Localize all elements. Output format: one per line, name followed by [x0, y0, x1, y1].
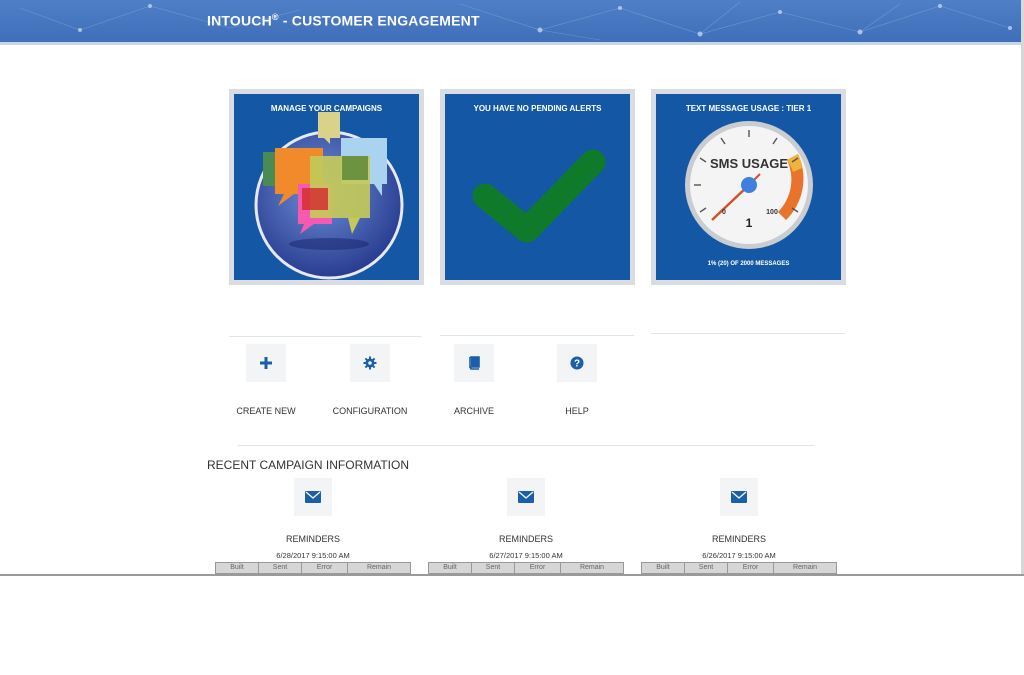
header-divider: [0, 42, 1024, 45]
gauge-label: SMS USAGE: [710, 156, 788, 171]
column-header: Sent: [259, 563, 302, 573]
campaign-date: 6/26/2017 9:15:00 AM: [702, 551, 776, 560]
app-header: INTOUCH® - CUSTOMER ENGAGEMENT: [0, 0, 1024, 42]
sms-gauge-icon: SMS USAGE 0 100 1: [685, 121, 813, 249]
campaign-card[interactable]: REMINDERS 6/26/2017 9:15:00 AM Built Sen…: [641, 478, 837, 574]
svg-text:?: ?: [574, 359, 580, 370]
configuration-button[interactable]: CONFIGURATION: [325, 344, 415, 416]
alerts-tile[interactable]: YOU HAVE NO PENDING ALERTS: [440, 89, 635, 285]
campaign-stats-header: Built Sent Error Remain: [428, 562, 624, 574]
column-header: Error: [302, 563, 348, 573]
create-new-button[interactable]: CREATE NEW: [221, 344, 311, 416]
column-header: Sent: [685, 563, 728, 573]
sms-usage-tile[interactable]: TEXT MESSAGE USAGE : TIER 1 SMS USAGE 0 …: [651, 89, 846, 285]
column-header: Built: [642, 563, 685, 573]
divider: [229, 336, 421, 337]
divider: [651, 333, 845, 334]
column-header: Error: [515, 563, 561, 573]
help-button[interactable]: ? HELP: [532, 344, 622, 416]
action-label: HELP: [565, 406, 589, 416]
campaign-card[interactable]: REMINDERS 6/27/2017 9:15:00 AM Built Sen…: [428, 478, 624, 574]
column-header: Remain: [579, 564, 605, 571]
envelope-icon: [294, 478, 332, 516]
sms-usage-footer: 1% (20) OF 2000 MESSAGES: [707, 261, 790, 267]
column-header: Remain: [366, 564, 392, 571]
gauge-max: 100: [766, 209, 778, 216]
recent-campaigns-title: RECENT CAMPAIGN INFORMATION: [207, 458, 410, 472]
column-header: Built: [429, 563, 472, 573]
column-header: Built: [216, 563, 259, 573]
gauge-min: 0: [722, 209, 726, 216]
campaign-name: REMINDERS: [285, 534, 340, 544]
campaign-card[interactable]: REMINDERS 6/28/2017 9:15:00 AM Built Sen…: [215, 478, 411, 574]
campaign-name: REMINDERS: [711, 534, 766, 544]
question-icon: ?: [557, 344, 597, 382]
envelope-icon: [507, 478, 545, 516]
action-label: ARCHIVE: [453, 406, 494, 416]
speech-bubbles-globe-icon: [254, 112, 404, 280]
campaign-date: 6/28/2017 9:15:00 AM: [276, 551, 350, 560]
column-header: Remain: [792, 564, 818, 571]
gear-icon: [350, 344, 390, 382]
window-bottom-border: [0, 574, 1024, 576]
action-label: CREATE NEW: [236, 406, 296, 416]
campaign-stats-header: Built Sent Error Remain: [641, 562, 837, 574]
app-window: INTOUCH® - CUSTOMER ENGAGEMENT MANAGE YO…: [0, 0, 1024, 576]
book-icon: [454, 344, 494, 382]
campaign-stats-header: Built Sent Error Remain: [215, 562, 411, 574]
divider: [238, 445, 814, 446]
campaign-name: REMINDERS: [498, 534, 553, 544]
campaign-date: 6/27/2017 9:15:00 AM: [489, 551, 563, 560]
archive-button[interactable]: ARCHIVE: [429, 344, 519, 416]
manage-campaigns-tile[interactable]: MANAGE YOUR CAMPAIGNS: [229, 89, 424, 285]
plus-icon: [246, 344, 286, 382]
checkmark-icon: [472, 149, 606, 243]
gauge-value: 1: [746, 216, 753, 230]
action-label: CONFIGURATION: [332, 406, 408, 416]
divider: [440, 335, 634, 336]
column-header: Sent: [472, 563, 515, 573]
envelope-icon: [720, 478, 758, 516]
app-title: INTOUCH® - CUSTOMER ENGAGEMENT: [207, 12, 480, 29]
column-header: Error: [728, 563, 774, 573]
header-network-pattern: [19, 1, 1012, 41]
